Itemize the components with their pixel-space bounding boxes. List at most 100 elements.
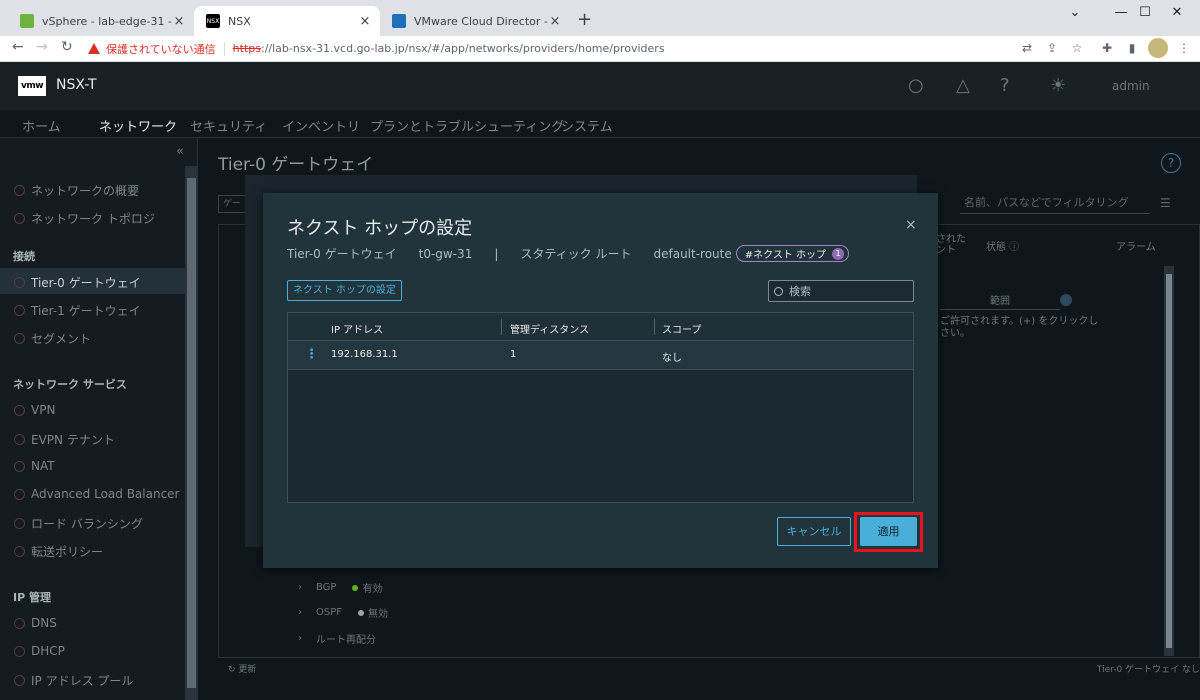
column-header-ip[interactable]: IP アドレス xyxy=(331,321,383,336)
next-hop-tag: #ネクスト ホップ 1 xyxy=(735,245,850,262)
tab-title: vSphere - lab-edge-31 - サマリ xyxy=(42,15,172,28)
nav-security[interactable]: セキュリティ xyxy=(190,116,267,135)
content-scroll-thumb[interactable] xyxy=(1166,274,1172,648)
breadcrumb-section: スタティック ルート xyxy=(520,247,632,261)
sidebar-item-topology[interactable]: ネットワーク トポロジ xyxy=(14,210,155,227)
user-menu[interactable]: admin xyxy=(1112,79,1150,93)
sidebar-item-alb[interactable]: Advanced Load Balancer xyxy=(14,487,179,501)
sidebar-item-forwarding[interactable]: 転送ポリシー xyxy=(14,543,103,560)
nav-inventory[interactable]: インベントリ xyxy=(282,116,360,135)
back-icon[interactable]: ← xyxy=(12,39,24,55)
collapse-sidebar-icon[interactable]: « xyxy=(176,144,184,159)
set-next-hop-button[interactable]: ネクスト ホップの設定 xyxy=(287,280,402,301)
modal-title: ネクスト ホップの設定 xyxy=(287,218,473,239)
sidebar-section-network-services: ネットワーク サービス xyxy=(13,378,127,391)
sidebar-item-tier0[interactable]: Tier-0 ゲートウェイ xyxy=(14,274,141,291)
close-tab-icon[interactable]: × xyxy=(358,14,372,29)
app-title: NSX-T xyxy=(56,77,97,93)
close-tab-icon[interactable]: × xyxy=(172,14,186,29)
column-header-status: 状態 ⓘ xyxy=(986,242,1020,253)
nav-home[interactable]: ホーム xyxy=(22,116,61,135)
dhcp-icon xyxy=(14,645,25,657)
filter-icon[interactable]: ☰ xyxy=(1160,196,1171,210)
sidebar-item-dns[interactable]: DNS xyxy=(14,616,57,630)
footer-count: Tier-0 ゲートウェイ なし xyxy=(1096,665,1200,675)
omnibox[interactable]: 保護されていない通信 https ://lab-nsx-31.vcd.go-la… xyxy=(88,37,1018,60)
column-header-alarm: アラーム xyxy=(1116,242,1156,253)
bell-icon[interactable]: △ xyxy=(956,75,970,96)
sidebar-item-overview[interactable]: ネットワークの概要 xyxy=(14,182,139,199)
tab-search-icon[interactable]: ⌄ xyxy=(1052,2,1098,24)
bgp-row[interactable]: › BGP 有効 xyxy=(298,580,382,595)
nav-system[interactable]: システム xyxy=(561,116,613,135)
nav-plan-troubleshoot[interactable]: プランとトラブルシューティング xyxy=(370,116,564,135)
close-tab-icon[interactable]: × xyxy=(548,14,562,29)
share-icon[interactable]: ⇪ xyxy=(1045,41,1059,55)
cancel-button[interactable]: キャンセル xyxy=(777,517,851,546)
sidebar-item-vpn[interactable]: VPN xyxy=(14,403,55,417)
sidebar-item-nat[interactable]: NAT xyxy=(14,459,55,473)
sidebar: « ネットワークの概要 ネットワーク トポロジ 接続 Tier-0 ゲートウェイ… xyxy=(0,138,198,700)
tab-title: VMware Cloud Director - 外部ネ xyxy=(414,15,548,28)
browser-tab-nsx[interactable]: NSX NSX × xyxy=(194,6,380,36)
range-field[interactable]: 範囲 xyxy=(940,292,1060,310)
help-icon[interactable]: ? xyxy=(1000,75,1010,96)
profile-avatar[interactable] xyxy=(1148,38,1168,58)
column-header-linked: された ント xyxy=(936,234,966,256)
vcd-icon xyxy=(392,14,406,28)
search-field[interactable] xyxy=(768,280,914,302)
help-icon[interactable]: ? xyxy=(1161,153,1181,173)
warning-icon xyxy=(88,43,100,54)
dns-icon xyxy=(14,617,25,629)
forwarding-icon xyxy=(14,546,25,557)
close-icon[interactable]: × xyxy=(905,217,917,233)
reload-icon[interactable]: ↻ xyxy=(61,39,73,55)
forward-icon[interactable]: → xyxy=(36,39,48,55)
sidebar-scroll-thumb[interactable] xyxy=(187,178,196,688)
search-icon[interactable]: ○ xyxy=(908,75,924,96)
sidebar-item-evpn[interactable]: EVPN テナント xyxy=(14,431,115,448)
column-divider[interactable] xyxy=(654,319,655,335)
route-redistribution-row[interactable]: › ルート再配分 xyxy=(298,631,376,646)
next-hop-modal: ネクスト ホップの設定 × Tier-0 ゲートウェイ t0-gw-31 | ス… xyxy=(263,193,938,568)
bookmark-star-icon[interactable]: ☆ xyxy=(1070,41,1084,55)
filter-input[interactable]: 名前、パスなどでフィルタリング xyxy=(960,194,1150,214)
overview-icon xyxy=(14,185,25,196)
sidebar-item-lb[interactable]: ロード バランシング xyxy=(14,515,143,532)
browser-tab-bar: vSphere - lab-edge-31 - サマリ × NSX NSX × … xyxy=(0,0,1200,36)
extensions-icon[interactable]: ✚ xyxy=(1100,41,1114,55)
gateway-icon xyxy=(14,277,25,288)
tab-title: NSX xyxy=(228,14,251,28)
column-header-scope[interactable]: スコープ xyxy=(662,321,701,336)
theme-sun-icon[interactable]: ☀ xyxy=(1050,75,1066,96)
search-input[interactable] xyxy=(789,284,899,298)
load-balancer-icon xyxy=(14,518,25,529)
nat-icon xyxy=(14,460,25,472)
row-actions-icon[interactable]: ⋮ xyxy=(305,348,318,361)
browser-tab-vcd[interactable]: VMware Cloud Director - 外部ネ × xyxy=(380,6,570,36)
clear-range-icon[interactable] xyxy=(1060,294,1072,306)
sidebar-item-tier1[interactable]: Tier-1 ゲートウェイ xyxy=(14,302,141,319)
table-row[interactable]: ⋮ 192.168.31.1 1 なし xyxy=(288,341,913,370)
breadcrumb-gateway-name: t0-gw-31 xyxy=(418,246,473,261)
security-warning[interactable]: 保護されていない通信 xyxy=(106,41,216,57)
apply-button[interactable]: 適用 xyxy=(860,517,917,546)
column-header-distance[interactable]: 管理ディスタンス xyxy=(510,321,589,336)
gateway-icon xyxy=(14,305,25,316)
browser-menu-icon[interactable]: ⋮ xyxy=(1177,41,1191,55)
column-divider[interactable] xyxy=(501,319,502,335)
sidebar-item-dhcp[interactable]: DHCP xyxy=(14,644,65,658)
sidebar-item-ip-pools[interactable]: IP アドレス プール xyxy=(14,672,133,689)
browser-tab-vsphere[interactable]: vSphere - lab-edge-31 - サマリ × xyxy=(8,6,194,36)
vsphere-icon xyxy=(20,14,34,28)
side-panel-icon[interactable]: ▮ xyxy=(1125,41,1139,55)
close-window-button[interactable]: ✕ xyxy=(1154,2,1200,24)
refresh-button[interactable]: ↻ 更新 xyxy=(228,662,256,675)
nsx-icon: NSX xyxy=(206,14,220,28)
sidebar-item-segments[interactable]: セグメント xyxy=(14,330,91,347)
new-tab-button[interactable]: + xyxy=(577,9,592,30)
ospf-row[interactable]: › OSPF 無効 xyxy=(298,605,388,620)
cell-distance: 1 xyxy=(510,349,517,360)
translate-icon[interactable]: ⇄ xyxy=(1020,41,1034,55)
ip-pool-icon xyxy=(14,675,25,686)
